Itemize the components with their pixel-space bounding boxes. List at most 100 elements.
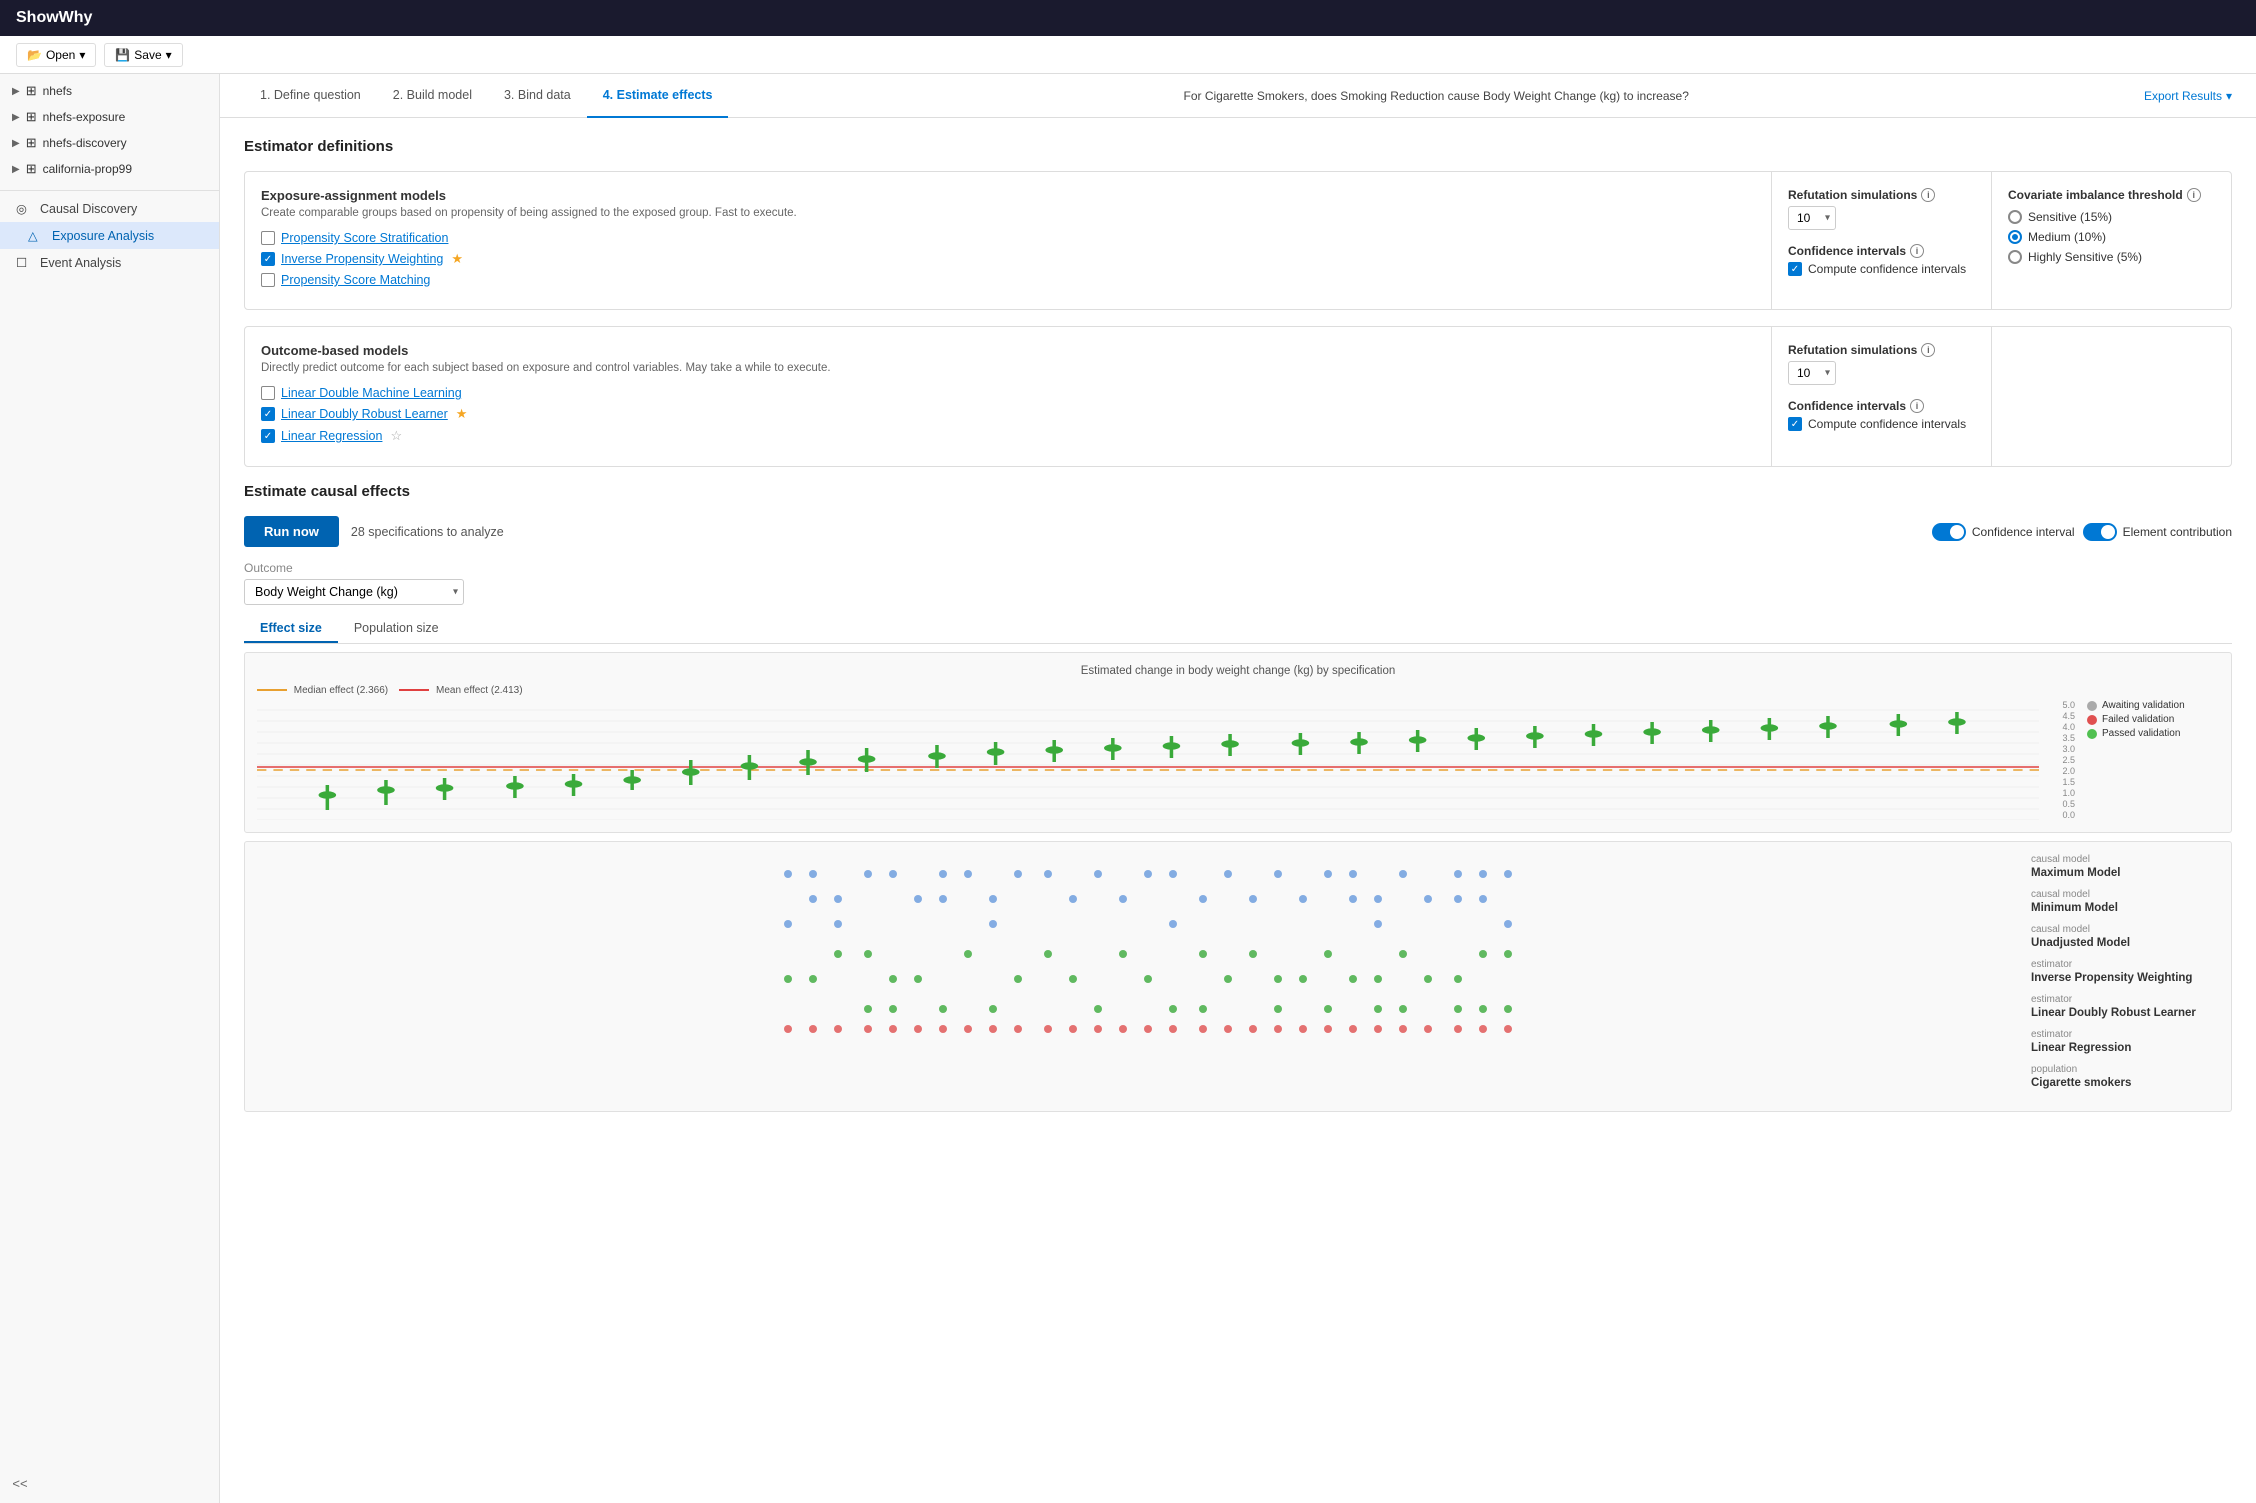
outcome-confidence-field-group: Confidence intervals i ✓ Compute confide…: [1788, 399, 1975, 431]
checkbox-linear-regression[interactable]: ✓: [261, 429, 275, 443]
checkbox-linear-doubly-robust[interactable]: ✓: [261, 407, 275, 421]
linear-regression-label[interactable]: Linear Regression: [281, 429, 382, 443]
element-contribution-toggle[interactable]: [2083, 523, 2117, 541]
confidence-interval-toggle[interactable]: [1932, 523, 1966, 541]
outcome-confidence-checkbox[interactable]: ✓: [1788, 417, 1802, 431]
tab-estimate-effects[interactable]: 4. Estimate effects: [587, 74, 729, 118]
outcome-right-empty: [1991, 327, 2231, 466]
chart-svg: [257, 700, 2039, 820]
inverse-propensity-weighting-label[interactable]: Inverse Propensity Weighting: [281, 252, 443, 266]
estimate-section: Estimate causal effects Run now 28 speci…: [244, 483, 2232, 1112]
star-icon: ★: [451, 251, 463, 267]
radio-highly-sensitive[interactable]: [2008, 250, 2022, 264]
outcome-refutation-select-wrapper: 10 20 50: [1788, 361, 1836, 385]
covariate-section: Covariate imbalance threshold i Sensitiv…: [1991, 172, 2231, 309]
legend-unadjusted-model: causal model Unadjusted Model: [2031, 924, 2219, 949]
tab-build-model[interactable]: 2. Build model: [377, 74, 488, 118]
scatter-legend: causal model Maximum Model causal model …: [2019, 854, 2219, 1099]
radio-medium[interactable]: [2008, 230, 2022, 244]
sidebar-item-event-analysis[interactable]: ☐ Event Analysis: [0, 249, 219, 276]
confidence-label: Confidence intervals i: [1788, 244, 1975, 258]
info-icon: i: [2187, 188, 2201, 202]
chevron-down-icon: ▾: [166, 48, 172, 62]
sidebar-collapse-button[interactable]: <<: [8, 1471, 32, 1495]
chevron-down-icon: ▾: [79, 48, 85, 62]
element-contribution-toggle-label: Element contribution: [2123, 525, 2232, 539]
exposure-assignment-left: Exposure-assignment models Create compar…: [245, 172, 1771, 309]
refutation-select[interactable]: 10 20 50: [1788, 206, 1836, 230]
radio-row-sensitive: Sensitive (15%): [2008, 210, 2215, 224]
save-button[interactable]: 💾 Save ▾: [104, 43, 182, 67]
radio-row-medium: Medium (10%): [2008, 230, 2215, 244]
outcome-label: Outcome: [244, 561, 2232, 575]
outcome-refutation-section: Refutation simulations i 10 20 50: [1771, 327, 1991, 466]
outcome-method-row-0: Linear Double Machine Learning: [261, 386, 1755, 400]
method-row-1: ✓ Inverse Propensity Weighting ★: [261, 251, 1755, 267]
save-icon: 💾: [115, 48, 130, 62]
exposure-refutation-section: Refutation simulations i 10 20 50: [1771, 172, 1991, 309]
failed-dot: [2087, 715, 2097, 725]
outcome-refutation-label: Refutation simulations i: [1788, 343, 1975, 357]
outcome-method-row-1: ✓ Linear Doubly Robust Learner ★: [261, 406, 1755, 422]
chevron-right-icon: ▶: [12, 86, 20, 97]
effect-size-chart: Estimated change in body weight change (…: [244, 652, 2232, 833]
main-layout: ▶ ⊞ nhefs ▶ ⊞ nhefs-exposure ▶ ⊞ nhefs-d…: [0, 74, 2256, 1503]
sidebar-item-nhefs[interactable]: ▶ ⊞ nhefs: [0, 78, 219, 104]
refutation-label: Refutation simulations i: [1788, 188, 1975, 202]
outcome-card-title: Outcome-based models: [261, 343, 1755, 358]
step-question: For Cigarette Smokers, does Smoking Redu…: [728, 89, 2143, 103]
sidebar-item-exposure-analysis[interactable]: △ Exposure Analysis: [0, 222, 219, 249]
chart-plot: [257, 700, 2039, 820]
toggle-knob: [1950, 525, 1964, 539]
open-button[interactable]: 📂 Open ▾: [16, 43, 96, 67]
chevron-right-icon: ▶: [12, 112, 20, 123]
checkbox-propensity-score-stratification[interactable]: [261, 231, 275, 245]
awaiting-dot: [2087, 701, 2097, 711]
propensity-score-stratification-label[interactable]: Propensity Score Stratification: [281, 231, 448, 245]
confidence-field-group: Confidence intervals i ✓ Compute confide…: [1788, 244, 1975, 276]
export-results-button[interactable]: Export Results ▾: [2144, 89, 2232, 103]
outcome-refutation-field-group: Refutation simulations i 10 20 50: [1788, 343, 1975, 385]
sidebar-bottom: <<: [0, 1463, 219, 1503]
tab-population-size[interactable]: Population size: [338, 615, 455, 643]
covariate-radio-group: Sensitive (15%) Medium (10%) Highly Sens…: [2008, 210, 2215, 264]
legend-minimum-model: causal model Minimum Model: [2031, 889, 2219, 914]
toggle-group: Confidence interval Element contribution: [1932, 523, 2232, 541]
refutation-select-wrapper: 10 20 50: [1788, 206, 1836, 230]
checkbox-inverse-propensity-weighting[interactable]: ✓: [261, 252, 275, 266]
linear-doubly-robust-label[interactable]: Linear Doubly Robust Learner: [281, 407, 448, 421]
estimate-title: Estimate causal effects: [244, 483, 2232, 500]
sidebar-item-california-prop99[interactable]: ▶ ⊞ california-prop99: [0, 156, 219, 182]
tab-bind-data[interactable]: 3. Bind data: [488, 74, 587, 118]
outcome-refutation-select[interactable]: 10 20 50: [1788, 361, 1836, 385]
chart-title: Estimated change in body weight change (…: [257, 665, 2219, 677]
info-icon: i: [1910, 399, 1924, 413]
covariate-title: Covariate imbalance threshold i: [2008, 188, 2215, 202]
confidence-text: Compute confidence intervals: [1808, 262, 1966, 276]
checkbox-linear-double-ml[interactable]: [261, 386, 275, 400]
sidebar-item-nhefs-discovery[interactable]: ▶ ⊞ nhefs-discovery: [0, 130, 219, 156]
scatter-svg: [257, 854, 2019, 1034]
tab-effect-size[interactable]: Effect size: [244, 615, 338, 643]
table-icon: ⊞: [26, 109, 37, 125]
outcome-select[interactable]: Body Weight Change (kg): [244, 579, 464, 605]
sub-tabs: Effect size Population size: [244, 615, 2232, 644]
legend-failed-validation: Failed validation: [2087, 714, 2219, 725]
outcome-confidence-text: Compute confidence intervals: [1808, 417, 1966, 431]
spec-text: 28 specifications to analyze: [351, 525, 504, 539]
run-now-button[interactable]: Run now: [244, 516, 339, 547]
radio-sensitive[interactable]: [2008, 210, 2022, 224]
sidebar-item-causal-discovery[interactable]: ◎ Causal Discovery: [0, 195, 219, 222]
legend-cigarette-smokers: population Cigarette smokers: [2031, 1064, 2219, 1089]
sidebar-item-nhefs-exposure[interactable]: ▶ ⊞ nhefs-exposure: [0, 104, 219, 130]
checkbox-propensity-score-matching[interactable]: [261, 273, 275, 287]
exposure-card-title: Exposure-assignment models: [261, 188, 1755, 203]
method-row-2: Propensity Score Matching: [261, 273, 1755, 287]
linear-double-ml-label[interactable]: Linear Double Machine Learning: [281, 386, 462, 400]
confidence-checkbox[interactable]: ✓: [1788, 262, 1802, 276]
tab-define-question[interactable]: 1. Define question: [244, 74, 377, 118]
radio-medium-label: Medium (10%): [2028, 230, 2106, 244]
propensity-score-matching-label[interactable]: Propensity Score Matching: [281, 273, 430, 287]
confidence-row: ✓ Compute confidence intervals: [1788, 262, 1975, 276]
legend-awaiting-validation: Awaiting validation: [2087, 700, 2219, 711]
